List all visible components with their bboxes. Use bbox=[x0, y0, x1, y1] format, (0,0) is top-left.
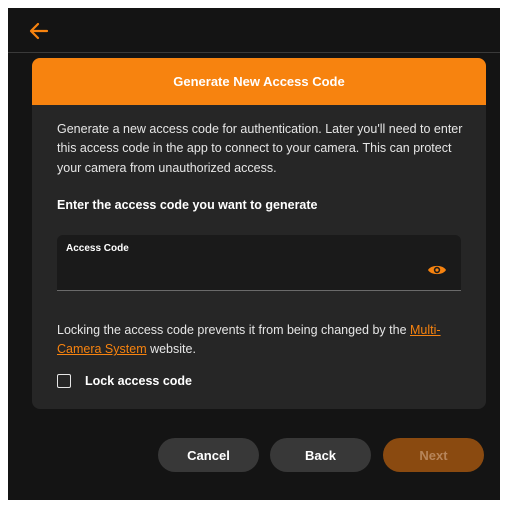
lock-note-suffix: website. bbox=[146, 342, 196, 357]
lock-note-text: Locking the access code prevents it from… bbox=[57, 323, 410, 337]
generate-access-code-dialog: Generate New Access Code Generate a new … bbox=[32, 58, 486, 409]
access-code-input[interactable] bbox=[65, 261, 419, 285]
lock-access-code-label: Lock access code bbox=[85, 374, 193, 388]
access-code-prompt: Enter the access code you want to genera… bbox=[57, 198, 318, 212]
dialog-title: Generate New Access Code bbox=[32, 58, 486, 105]
top-bar bbox=[8, 8, 500, 53]
dialog-description: Generate a new access code for authentic… bbox=[57, 122, 463, 175]
access-code-field[interactable]: Access Code bbox=[57, 235, 461, 291]
app-screen: Generate New Access Code Generate a new … bbox=[8, 8, 500, 500]
lock-note: Locking the access code prevents it from… bbox=[57, 321, 469, 360]
eye-icon[interactable] bbox=[427, 263, 447, 277]
lock-access-code-option[interactable]: Lock access code bbox=[57, 372, 192, 390]
lock-access-code-checkbox[interactable] bbox=[57, 374, 71, 388]
next-button[interactable]: Next bbox=[383, 438, 484, 472]
access-code-label: Access Code bbox=[66, 243, 129, 254]
arrow-left-icon[interactable] bbox=[28, 20, 50, 42]
back-button[interactable]: Back bbox=[270, 438, 371, 472]
cancel-button[interactable]: Cancel bbox=[158, 438, 259, 472]
